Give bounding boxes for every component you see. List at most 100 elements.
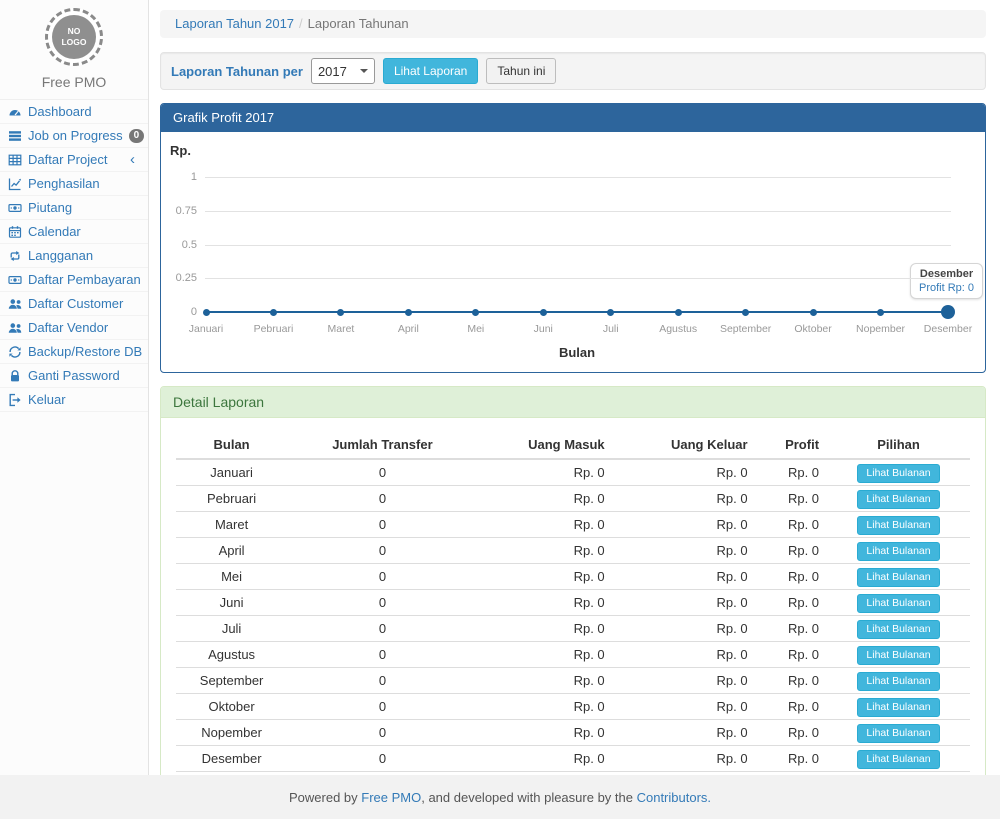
chart-line-icon — [8, 177, 22, 191]
sidebar-item-piutang[interactable]: Piutang — [0, 196, 148, 220]
sidebar-item-label: Ganti Password — [28, 368, 120, 383]
cell-profit: Rp. 0 — [756, 720, 827, 746]
cell-profit: Rp. 0 — [756, 459, 827, 486]
cell-pilihan: Lihat Bulanan — [827, 694, 970, 720]
sidebar-item-daftar-vendor[interactable]: Daftar Vendor — [0, 316, 148, 340]
chart-point[interactable] — [675, 309, 682, 316]
cell-pilihan: Lihat Bulanan — [827, 459, 970, 486]
cell-jumlah-transfer: 0 — [287, 746, 478, 772]
chart-point[interactable] — [270, 309, 277, 316]
table-row: April 0 Rp. 0 Rp. 0 Rp. 0 Lihat Bulanan — [176, 538, 970, 564]
cell-pilihan: Lihat Bulanan — [827, 668, 970, 694]
footer-text: Powered by Free PMO, and developed with … — [289, 790, 711, 805]
sidebar-nav: Dashboard Job on Progress 0 Daftar Proje… — [0, 99, 148, 412]
breadcrumb-link-laporan-tahun[interactable]: Laporan Tahun 2017 — [175, 16, 294, 31]
cell-bulan: Januari — [176, 459, 287, 486]
view-monthly-button[interactable]: Lihat Bulanan — [857, 672, 939, 691]
this-year-button[interactable]: Tahun ini — [486, 58, 556, 84]
sidebar-item-label: Job on Progress — [28, 128, 123, 143]
cell-profit: Rp. 0 — [756, 564, 827, 590]
detail-panel-title: Detail Laporan — [161, 387, 985, 418]
view-monthly-button[interactable]: Lihat Bulanan — [857, 724, 939, 743]
cell-uang-keluar: Rp. 0 — [613, 564, 756, 590]
view-monthly-button[interactable]: Lihat Bulanan — [857, 542, 939, 561]
cell-uang-masuk: Rp. 0 — [478, 720, 613, 746]
cell-bulan: Mei — [176, 564, 287, 590]
sidebar-item-dashboard[interactable]: Dashboard — [0, 100, 148, 124]
chart-gridline — [205, 245, 951, 246]
chart-point[interactable] — [607, 309, 614, 316]
chart-gridline — [205, 177, 951, 178]
year-select[interactable]: 2017 — [311, 58, 375, 84]
cell-jumlah-transfer: 0 — [287, 590, 478, 616]
no-logo-badge: NO LOGO — [45, 8, 103, 66]
footer-link-contributors[interactable]: Contributors. — [637, 790, 711, 805]
table-row: Juni 0 Rp. 0 Rp. 0 Rp. 0 Lihat Bulanan — [176, 590, 970, 616]
table-row: Agustus 0 Rp. 0 Rp. 0 Rp. 0 Lihat Bulana… — [176, 642, 970, 668]
cell-profit: Rp. 0 — [756, 590, 827, 616]
sidebar-item-job-on-progress[interactable]: Job on Progress 0 — [0, 124, 148, 148]
cell-bulan: Juni — [176, 590, 287, 616]
view-monthly-button[interactable]: Lihat Bulanan — [857, 568, 939, 587]
main-content: Laporan Tahun 2017/Laporan Tahunan Lapor… — [160, 0, 986, 810]
sidebar-item-label: Langganan — [28, 248, 93, 263]
sidebar-item-daftar-pembayaran[interactable]: Daftar Pembayaran — [0, 268, 148, 292]
cell-bulan: Agustus — [176, 642, 287, 668]
table-row: September 0 Rp. 0 Rp. 0 Rp. 0 Lihat Bula… — [176, 668, 970, 694]
chart-ytick: 0.75 — [167, 205, 197, 217]
view-monthly-button[interactable]: Lihat Bulanan — [857, 750, 939, 769]
view-monthly-button[interactable]: Lihat Bulanan — [857, 620, 939, 639]
sidebar-item-keluar[interactable]: Keluar — [0, 388, 148, 412]
users-icon — [8, 321, 22, 335]
sidebar-item-label: Daftar Pembayaran — [28, 272, 141, 287]
year-select-value: 2017 — [318, 64, 347, 79]
view-monthly-button[interactable]: Lihat Bulanan — [857, 594, 939, 613]
tasks-icon — [8, 129, 22, 143]
view-monthly-button[interactable]: Lihat Bulanan — [857, 646, 939, 665]
sidebar-item-daftar-customer[interactable]: Daftar Customer — [0, 292, 148, 316]
chart-point[interactable] — [742, 309, 749, 316]
header-bulan: Bulan — [176, 431, 287, 459]
sidebar-item-penghasilan[interactable]: Penghasilan — [0, 172, 148, 196]
x-axis-label: Bulan — [537, 345, 617, 360]
chart-point-active[interactable] — [941, 305, 955, 319]
report-table-body: Januari 0 Rp. 0 Rp. 0 Rp. 0 Lihat Bulana… — [176, 459, 970, 772]
cell-uang-masuk: Rp. 0 — [478, 590, 613, 616]
view-monthly-button[interactable]: Lihat Bulanan — [857, 490, 939, 509]
money-icon — [8, 273, 22, 287]
chart-point[interactable] — [540, 309, 547, 316]
count-badge: 0 — [129, 129, 145, 143]
chart-point[interactable] — [405, 309, 412, 316]
chart-point[interactable] — [337, 309, 344, 316]
chevron-left-icon: ‹ — [130, 152, 135, 167]
breadcrumb: Laporan Tahun 2017/Laporan Tahunan — [160, 10, 986, 38]
sidebar-item-daftar-project[interactable]: Daftar Project ‹ — [0, 148, 148, 172]
view-report-button[interactable]: Lihat Laporan — [383, 58, 478, 84]
sidebar-item-ganti-password[interactable]: Ganti Password — [0, 364, 148, 388]
sidebar-item-calendar[interactable]: Calendar — [0, 220, 148, 244]
header-uang-masuk: Uang Masuk — [478, 431, 613, 459]
chart-point[interactable] — [472, 309, 479, 316]
chart-ytick: 0.25 — [167, 272, 197, 284]
sidebar-item-langganan[interactable]: Langganan — [0, 244, 148, 268]
chart-ytick: 0.5 — [167, 239, 197, 251]
calendar-icon — [8, 225, 22, 239]
table-row: Mei 0 Rp. 0 Rp. 0 Rp. 0 Lihat Bulanan — [176, 564, 970, 590]
chart-ytick: 1 — [167, 171, 197, 183]
chart-point[interactable] — [877, 309, 884, 316]
chart-point[interactable] — [203, 309, 210, 316]
table-row: Nopember 0 Rp. 0 Rp. 0 Rp. 0 Lihat Bulan… — [176, 720, 970, 746]
footer-link-free-pmo[interactable]: Free PMO — [361, 790, 421, 805]
cell-uang-keluar: Rp. 0 — [613, 538, 756, 564]
view-monthly-button[interactable]: Lihat Bulanan — [857, 698, 939, 717]
cell-pilihan: Lihat Bulanan — [827, 538, 970, 564]
sidebar-item-label: Daftar Customer — [28, 296, 123, 311]
view-monthly-button[interactable]: Lihat Bulanan — [857, 464, 939, 483]
sidebar-item-backup-restore-db[interactable]: Backup/Restore DB — [0, 340, 148, 364]
chart-point[interactable] — [810, 309, 817, 316]
cell-uang-keluar: Rp. 0 — [613, 590, 756, 616]
sidebar-item-label: Calendar — [28, 224, 81, 239]
sidebar-item-label: Penghasilan — [28, 176, 100, 191]
view-monthly-button[interactable]: Lihat Bulanan — [857, 516, 939, 535]
cell-profit: Rp. 0 — [756, 512, 827, 538]
